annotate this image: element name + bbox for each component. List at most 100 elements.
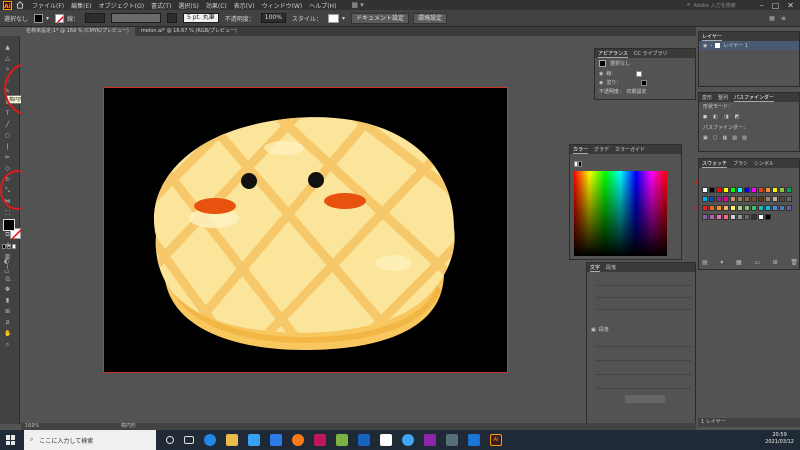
firefox-icon[interactable]	[292, 434, 304, 446]
menu-window[interactable]: ウィンドウ(W)	[262, 1, 303, 10]
color-panel-swatches[interactable]	[574, 161, 582, 167]
swatch-options-icon[interactable]: ▦	[736, 259, 742, 266]
color-swatch[interactable]	[786, 205, 792, 211]
free-transform-tool-icon[interactable]: ⬚	[4, 209, 11, 216]
color-swatch[interactable]	[772, 205, 778, 211]
appearance-opacity-row[interactable]: 不透明度： 初期設定	[595, 87, 695, 96]
color-swatch[interactable]	[723, 205, 729, 211]
illustrator-taskbar-icon[interactable]: Ai	[490, 434, 502, 446]
color-swatch[interactable]	[716, 196, 722, 202]
pathfinder-buttons[interactable]: ▣ ▢ ▦ ▧ ▨	[699, 132, 799, 144]
graph-tool-icon[interactable]: ▮	[4, 297, 11, 304]
menu-help[interactable]: ヘルプ(H)	[309, 1, 336, 10]
hand-tool-icon[interactable]: ✋	[4, 330, 11, 337]
color-swatch[interactable]	[737, 196, 743, 202]
color-swatch[interactable]	[744, 196, 750, 202]
color-swatch[interactable]	[758, 205, 764, 211]
windows-start-icon[interactable]	[6, 435, 16, 445]
color-swatch[interactable]	[723, 187, 729, 193]
intersect-icon[interactable]: ◨	[724, 114, 729, 120]
tab-symbols[interactable]: シンボル	[754, 160, 774, 167]
app-icon-white[interactable]	[380, 434, 392, 446]
eye-icon[interactable]: ◉	[703, 43, 707, 49]
color-swatch[interactable]	[765, 205, 771, 211]
color-swatch[interactable]	[758, 196, 764, 202]
color-swatch[interactable]	[723, 196, 729, 202]
color-mode-buttons[interactable]	[2, 244, 18, 250]
color-swatch[interactable]	[702, 214, 708, 220]
fill-color-box[interactable]	[3, 219, 15, 231]
align-icon[interactable]: ▤	[769, 15, 775, 22]
color-swatch[interactable]	[772, 187, 778, 193]
symbol-sprayer-tool-icon[interactable]: ✽	[4, 286, 11, 293]
appearance-fill-row[interactable]: ◉ 塗り：	[595, 78, 695, 87]
tab-paragraph[interactable]: 段落	[606, 264, 616, 271]
color-swatch[interactable]	[786, 187, 792, 193]
color-swatch[interactable]	[758, 214, 764, 220]
expand-arrow-icon[interactable]: ›	[710, 43, 712, 49]
style-dropdown-icon[interactable]: ▾	[342, 15, 345, 22]
shape-mode-buttons[interactable]: ◼ ◧ ◨ ◩	[699, 111, 799, 123]
app-icon-pink[interactable]	[314, 434, 326, 446]
pencil-tool-icon[interactable]: ✏	[4, 154, 11, 161]
color-swatch[interactable]	[702, 196, 708, 202]
zoom-tool-icon[interactable]: ⌕	[4, 341, 11, 348]
exclude-icon[interactable]: ◩	[735, 114, 740, 120]
fill-dropdown-icon[interactable]: ▾	[46, 15, 49, 22]
document-tab[interactable]: melon.ai* @ 16.67 % (RGB/プレビュー)	[135, 27, 243, 36]
stroke-weight-field[interactable]	[85, 13, 106, 23]
help-search-input[interactable]: Adobe 入力を検索	[693, 2, 735, 9]
artboard-tool-icon[interactable]: ⊞	[4, 308, 11, 315]
color-swatch[interactable]	[765, 196, 771, 202]
color-swatch[interactable]	[765, 187, 771, 193]
tab-color-guide[interactable]: カラーガイド	[615, 146, 645, 153]
color-swatch[interactable]	[751, 196, 757, 202]
workspace-grid-icon[interactable]: ▦ ▾	[351, 1, 363, 9]
menu-file[interactable]: ファイル(F)	[32, 1, 64, 10]
tab-character[interactable]: 文字	[590, 264, 601, 272]
app-icon-green[interactable]	[336, 434, 348, 446]
fill-swatch[interactable]	[34, 13, 44, 23]
color-swatch[interactable]	[744, 214, 750, 220]
color-swatch[interactable]	[702, 205, 708, 211]
edit-toolbar-icon[interactable]: ···	[6, 278, 12, 285]
color-swatch[interactable]	[730, 214, 736, 220]
menu-edit[interactable]: 編集(E)	[71, 1, 91, 10]
color-swatch[interactable]	[723, 214, 729, 220]
color-swatch[interactable]	[758, 187, 764, 193]
file-explorer-icon[interactable]	[226, 434, 238, 446]
color-swatch[interactable]	[716, 187, 722, 193]
opacity-field[interactable]: 100%	[260, 13, 286, 23]
color-swatch[interactable]	[709, 187, 715, 193]
appearance-stroke-row[interactable]: ◉ 線：	[595, 69, 695, 78]
task-view-icon[interactable]	[184, 436, 194, 444]
color-swatch[interactable]	[751, 214, 757, 220]
menu-object[interactable]: オブジェクト(O)	[99, 1, 144, 10]
color-swatch[interactable]	[702, 187, 708, 193]
ellipse-tool-icon[interactable]: ○	[4, 132, 11, 139]
slice-tool-icon[interactable]: ⧄	[4, 319, 11, 326]
home-icon[interactable]	[16, 1, 24, 9]
app-icon-blue[interactable]	[358, 434, 370, 446]
document-tab-active[interactable]: 名称未設定-1* @ 169 % (CMYK/プレビュー)	[20, 27, 135, 36]
tab-layers[interactable]: レイヤー	[702, 33, 722, 41]
tab-gradient[interactable]: グラデ	[594, 146, 609, 153]
maximize-icon[interactable]: □	[772, 1, 780, 10]
tab-cc-libraries[interactable]: CC ライブラリ	[634, 50, 668, 57]
menu-view[interactable]: 表示(V)	[234, 1, 255, 10]
paragraph-fields[interactable]	[595, 339, 691, 409]
screen-mode-icon[interactable]: ▭	[4, 268, 16, 276]
layer-row[interactable]: ◉ › レイヤー 1	[699, 41, 799, 50]
preferences-button[interactable]: 環境設定	[412, 12, 447, 24]
line-tool-icon[interactable]: ╱	[4, 121, 11, 128]
type-tool-icon[interactable]: T	[4, 110, 11, 117]
color-swatch[interactable]	[730, 187, 736, 193]
new-color-group-icon[interactable]: ▭	[754, 259, 760, 266]
tab-align[interactable]: 整列	[718, 94, 728, 101]
app-icon-purple[interactable]	[424, 434, 436, 446]
selection-tool-icon[interactable]: ▲	[4, 44, 11, 51]
system-clock[interactable]: 20:59 2021/03/12	[765, 432, 794, 446]
color-swatch[interactable]	[779, 205, 785, 211]
eye-icon[interactable]: ◉	[599, 71, 603, 77]
delete-swatch-icon[interactable]: 🗑	[790, 259, 798, 266]
